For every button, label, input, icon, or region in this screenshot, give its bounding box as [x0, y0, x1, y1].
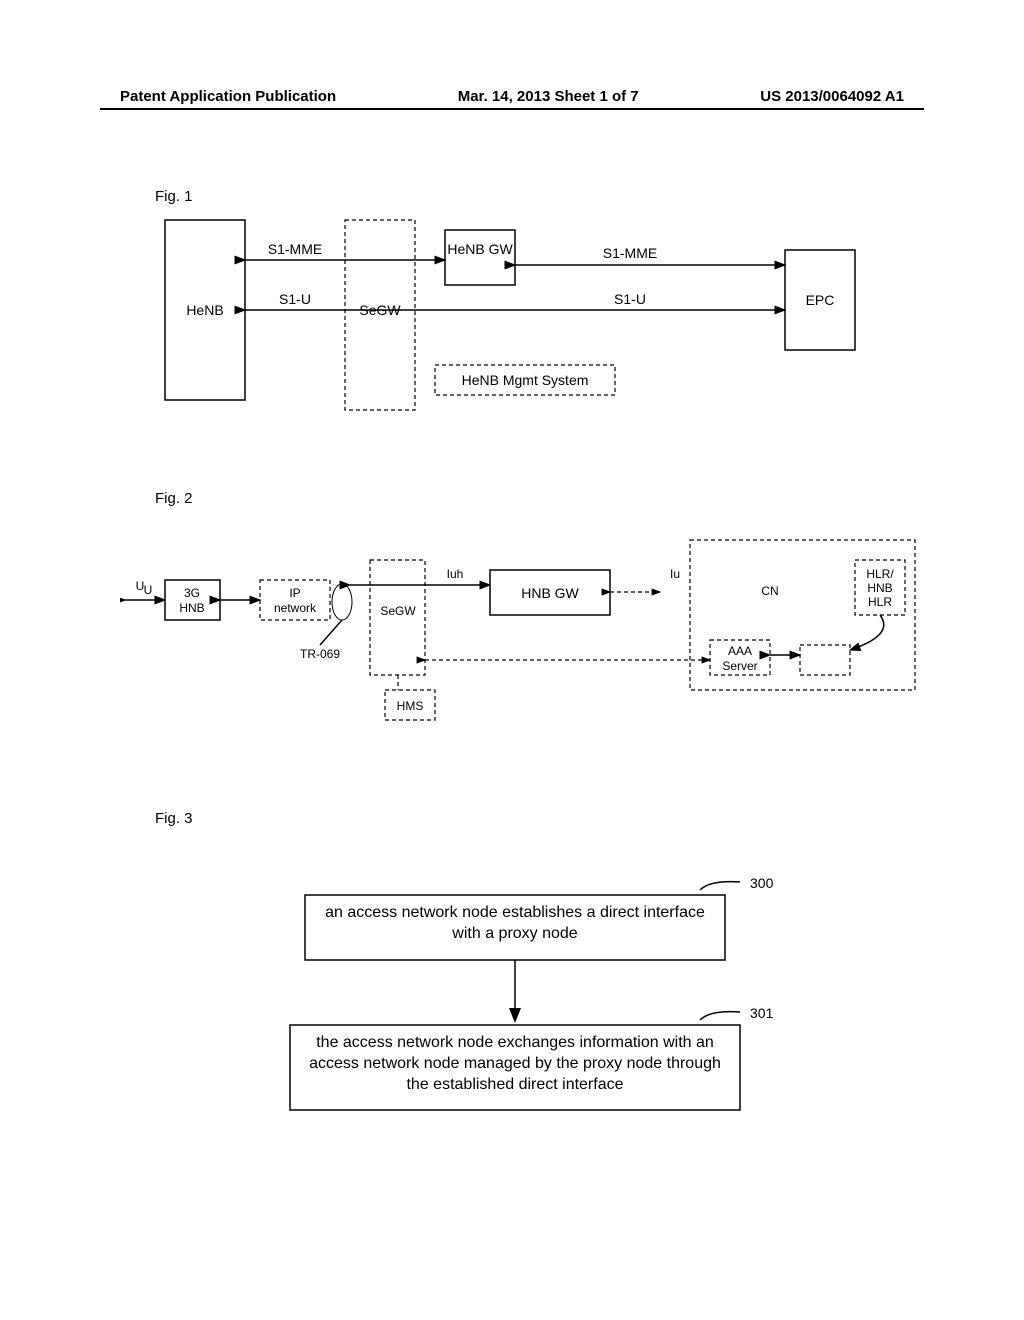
svg-text:3G: 3G: [184, 586, 200, 600]
svg-text:S1-U: S1-U: [279, 291, 311, 307]
svg-text:301: 301: [750, 1005, 774, 1021]
svg-text:HNB GW: HNB GW: [521, 585, 579, 601]
svg-text:HeNB GW: HeNB GW: [447, 241, 513, 257]
fig1-diagram: HeNB SeGW HeNB GW EPC HeNB Mgmt System S…: [155, 210, 885, 430]
svg-text:SeGW: SeGW: [380, 604, 416, 618]
header-left: Patent Application Publication: [120, 88, 336, 105]
header-right: US 2013/0064092 A1: [760, 88, 904, 105]
svg-text:HLR: HLR: [868, 595, 892, 609]
svg-text:HeNB Mgmt System: HeNB Mgmt System: [462, 372, 589, 388]
svg-text:HNB: HNB: [179, 601, 204, 615]
svg-text:HMS: HMS: [397, 699, 424, 713]
svg-text:Server: Server: [722, 659, 757, 673]
fig1-label: Fig. 1: [155, 188, 193, 205]
svg-text:HNB: HNB: [867, 581, 892, 595]
svg-text:Iu: Iu: [670, 567, 680, 581]
svg-text:HLR/: HLR/: [866, 567, 894, 581]
svg-text:TR-069: TR-069: [300, 647, 340, 661]
svg-text:S1-MME: S1-MME: [268, 241, 322, 257]
svg-text:S1-U: S1-U: [614, 291, 646, 307]
svg-text:IP: IP: [289, 586, 300, 600]
fig2-label: Fig. 2: [155, 490, 193, 507]
svg-text:network: network: [274, 601, 317, 615]
svg-text:AAA: AAA: [728, 644, 752, 658]
svg-text:300: 300: [750, 875, 774, 891]
svg-text:Iuh: Iuh: [447, 567, 464, 581]
svg-text:S1-MME: S1-MME: [603, 245, 657, 261]
svg-text:HeNB: HeNB: [186, 302, 223, 318]
svg-text:EPC: EPC: [806, 292, 835, 308]
header-rule: [100, 108, 924, 110]
page-header: Patent Application Publication Mar. 14, …: [0, 88, 1024, 105]
svg-text:CN: CN: [761, 584, 778, 598]
fig3-label: Fig. 3: [155, 810, 193, 827]
svg-text:U: U: [144, 583, 153, 597]
fig3-diagram: 300 an access network node establishes a…: [250, 870, 810, 1170]
fig2-diagram: U U 3G HNB IP network TR-069 SeGW HMS Iu…: [120, 530, 920, 750]
header-center: Mar. 14, 2013 Sheet 1 of 7: [458, 88, 639, 105]
